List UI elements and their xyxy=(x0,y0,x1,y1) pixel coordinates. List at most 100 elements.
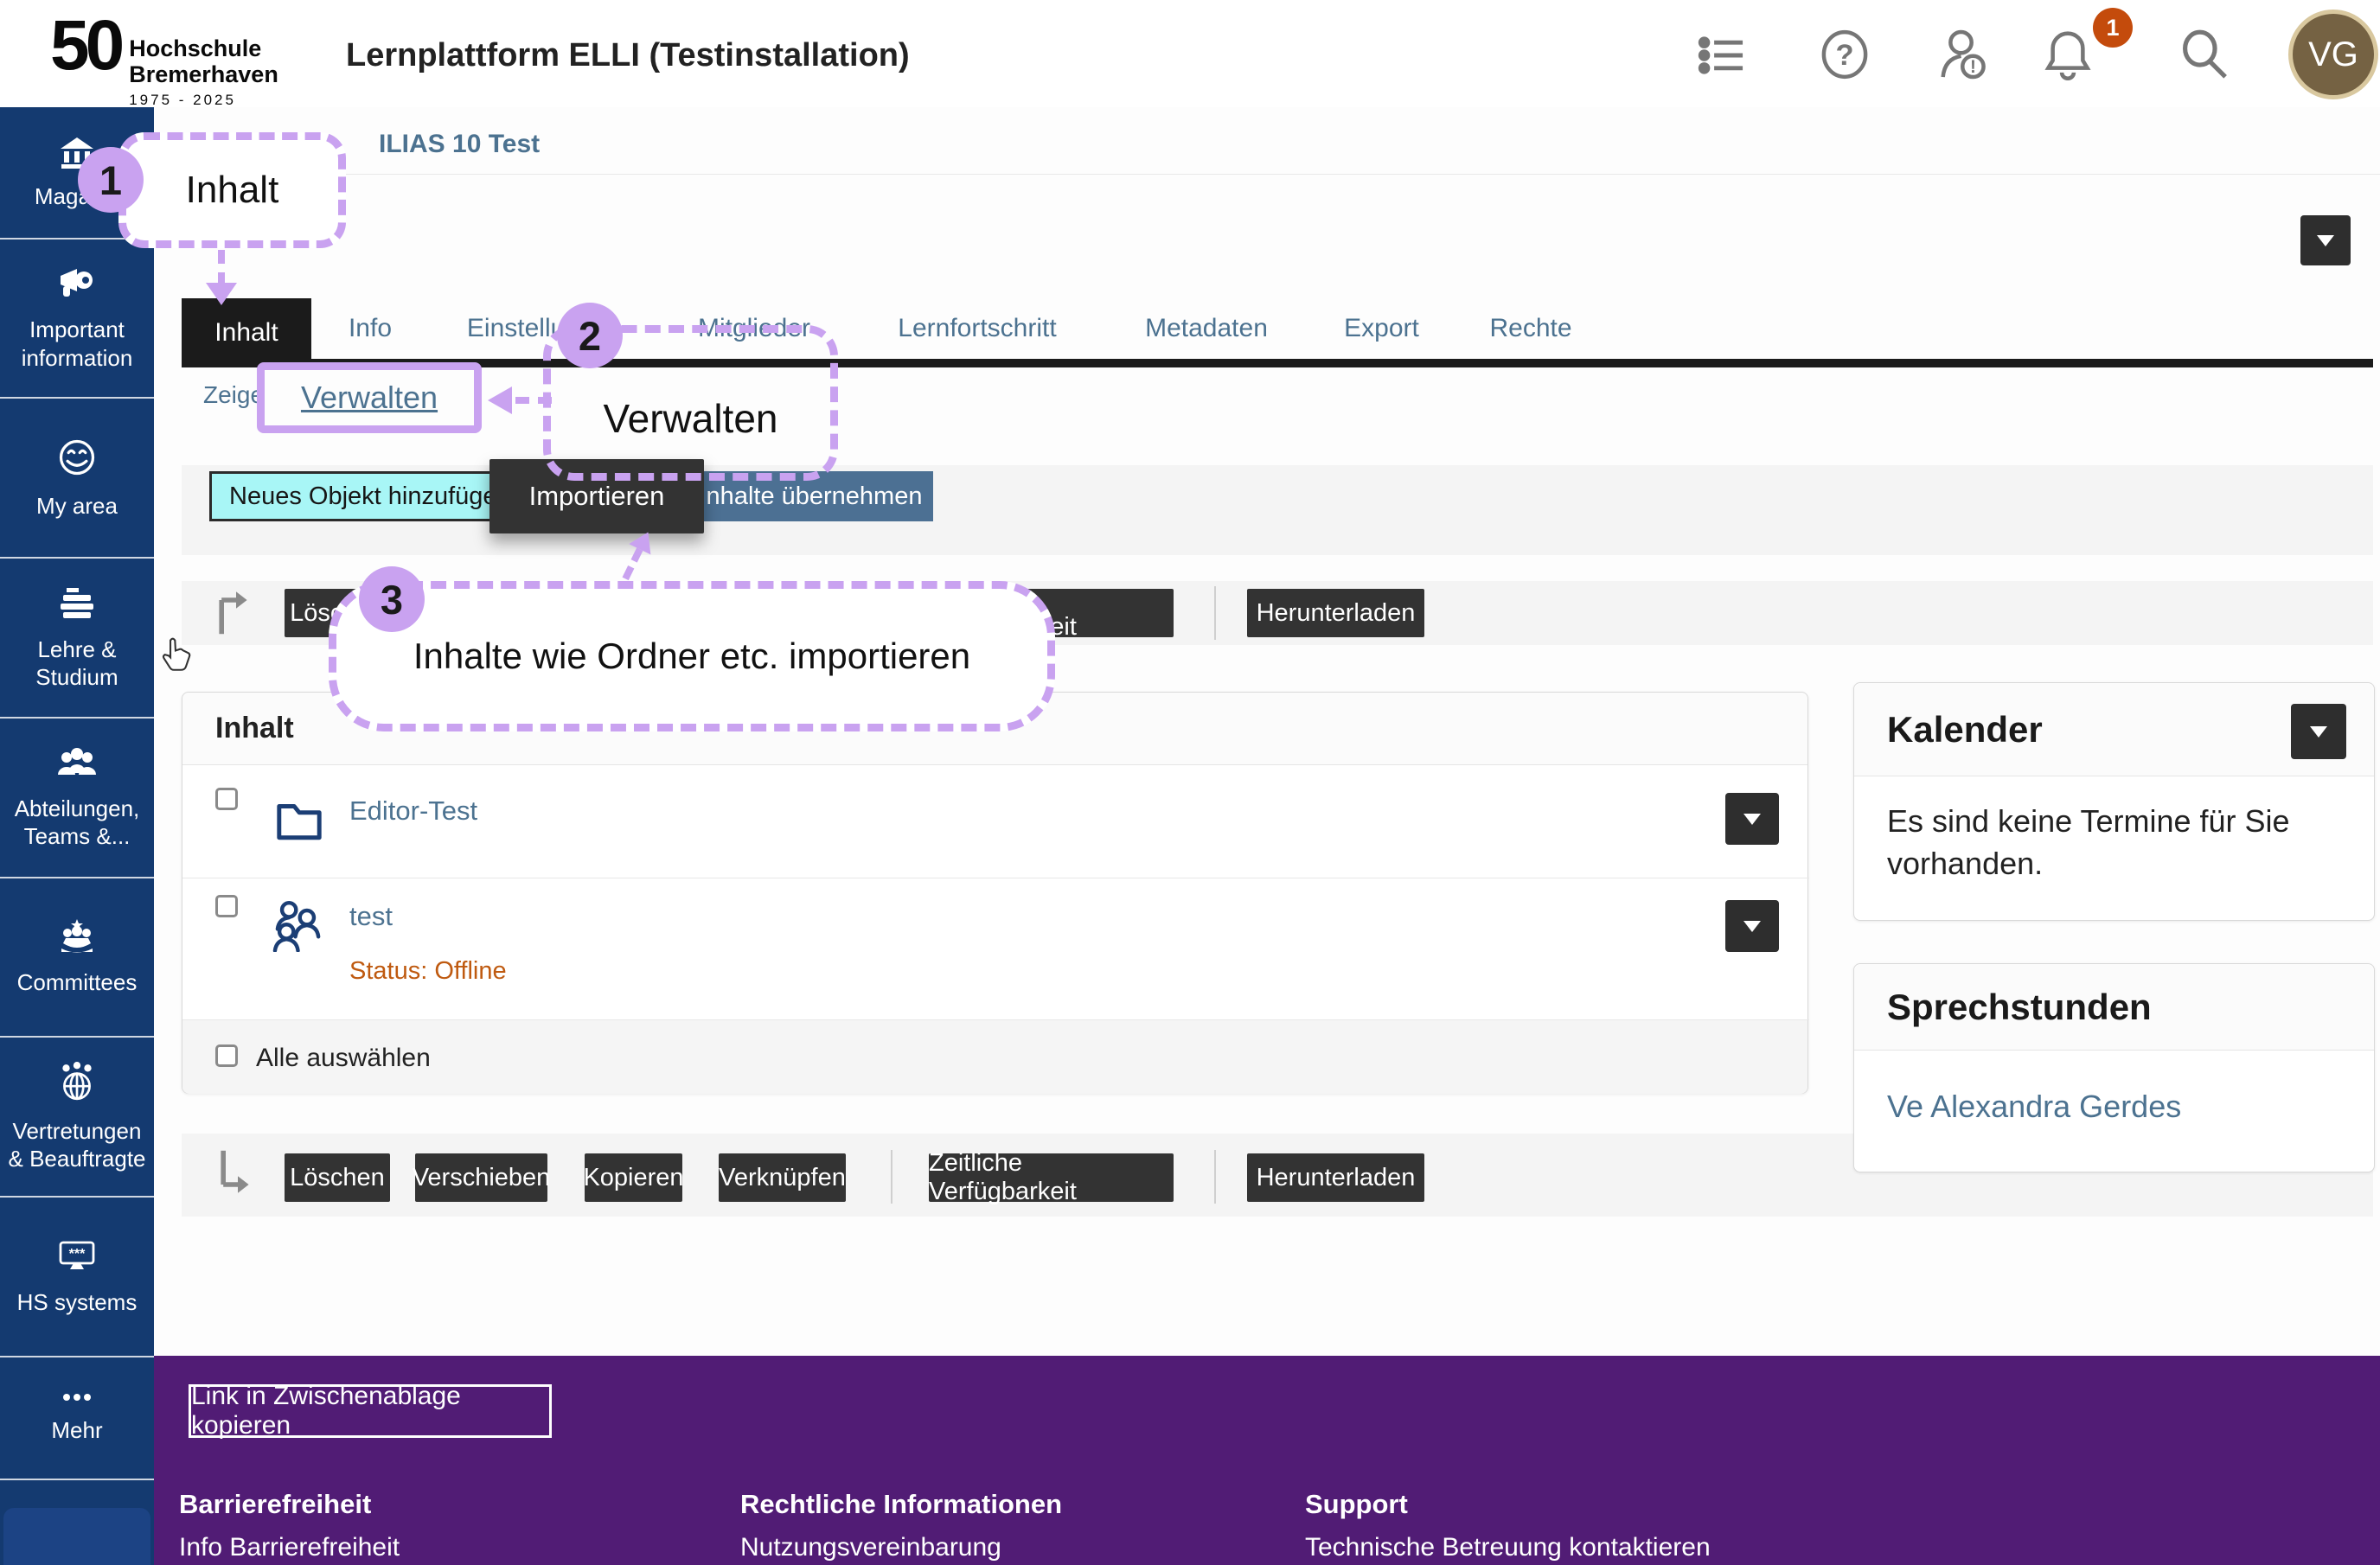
sidebar-item-abteilungen-teams[interactable]: Abteilungen, Teams &... xyxy=(0,719,154,878)
apply-up-arrow-icon xyxy=(211,588,249,641)
annotation-step1-box: Inhalt xyxy=(118,132,346,248)
annotation-step1-label: Inhalt xyxy=(126,140,338,240)
smiley-icon xyxy=(55,436,99,483)
link-button[interactable]: Verknüpfen xyxy=(719,1153,846,1202)
sidebar-bottom-block xyxy=(3,1508,150,1565)
committee-icon xyxy=(54,917,99,960)
logo-line2: Bremerhaven xyxy=(129,62,278,88)
sidebar-item-committees[interactable]: Committees xyxy=(0,878,154,1038)
select-all-row: Alle auswählen xyxy=(182,1020,1807,1094)
tab-lernfortschritt[interactable]: Lernfortschritt xyxy=(865,298,1090,359)
status-badge: Status: Offline xyxy=(349,957,507,986)
footer-link-contact-support[interactable]: Technische Betreuung kontaktieren xyxy=(1305,1533,1711,1562)
annotation-step3-label: Inhalte wie Ordner etc. importieren xyxy=(336,589,1047,724)
sidebar-item-lehre-studium[interactable]: Lehre & Studium xyxy=(0,559,154,719)
logo-line1: Hochschule xyxy=(129,36,278,62)
action-separator xyxy=(1214,1150,1216,1204)
svg-text:***: *** xyxy=(69,1247,86,1262)
download-button[interactable]: Herunterladen xyxy=(1247,1153,1424,1202)
verwalten-highlight-box: Verwalten xyxy=(257,362,482,433)
sidebar-item-hs-systems[interactable]: *** HS systems xyxy=(0,1198,154,1357)
select-all-checkbox[interactable] xyxy=(215,1044,238,1067)
tab-export[interactable]: Export xyxy=(1319,298,1444,359)
svg-text:?: ? xyxy=(1835,39,1853,72)
monitor-icon: *** xyxy=(54,1237,99,1280)
app-title: Lernplattform ELLI (Testinstallation) xyxy=(346,37,910,74)
row-actions-dropdown-button[interactable] xyxy=(1725,793,1779,845)
tab-inhalt[interactable]: Inhalt xyxy=(182,298,311,367)
user-alert-icon[interactable]: ! xyxy=(1935,26,1993,87)
megaphone-icon xyxy=(54,265,99,307)
annotation-step3-number: 3 xyxy=(359,566,425,632)
hand-cursor xyxy=(156,636,192,680)
chevron-down-icon xyxy=(2310,726,2327,738)
row-checkbox[interactable] xyxy=(215,895,238,917)
footer-link-terms[interactable]: Nutzungsvereinbarung xyxy=(740,1533,1001,1562)
annotation-step2-number: 2 xyxy=(557,303,623,368)
add-object-button[interactable]: Neues Objekt hinzufügen xyxy=(209,471,497,521)
sidebar-item-label: HS systems xyxy=(14,1288,141,1317)
tab-info[interactable]: Info xyxy=(318,298,422,359)
chevron-down-icon xyxy=(2317,235,2334,246)
office-hours-link[interactable]: Ve Alexandra Gerdes xyxy=(1887,1089,2181,1125)
breadcrumb[interactable]: ILIAS 10 Test xyxy=(379,130,540,159)
footer-link-accessibility-info[interactable]: Info Barrierefreiheit xyxy=(179,1533,400,1562)
page-actions-dropdown-button[interactable] xyxy=(2300,215,2351,265)
sidebar-item-label: Mehr xyxy=(48,1416,106,1445)
folder-icon xyxy=(274,793,324,849)
row-actions-dropdown-button[interactable] xyxy=(1725,900,1779,952)
move-button[interactable]: Verschieben xyxy=(415,1153,547,1202)
object-link-editor-test[interactable]: Editor-Test xyxy=(349,795,477,827)
sidebar-item-label: Important information xyxy=(0,316,154,372)
footer-heading-legal: Rechtliche Informationen xyxy=(740,1489,1062,1520)
sidebar-item-my-area[interactable]: My area xyxy=(0,399,154,559)
sidebar-item-mehr[interactable]: Mehr xyxy=(0,1357,154,1480)
content-panel: Inhalt Editor-Test test Status: Offline xyxy=(182,692,1808,1094)
office-hours-panel: Sprechstunden Ve Alexandra Gerdes xyxy=(1853,963,2375,1172)
hochschule-bremerhaven-logo[interactable]: 50 Hochschule Bremerhaven 1975 - 2025 xyxy=(50,10,278,109)
logo-50-mark: 50 xyxy=(50,10,120,109)
tab-rechte[interactable]: Rechte xyxy=(1466,298,1596,359)
annotation-step2-arrow-line xyxy=(515,397,552,404)
sidebar-item-vertretungen-beauftragte[interactable]: Vertretungen & Beauftragte xyxy=(0,1038,154,1198)
page: 50 Hochschule Bremerhaven 1975 - 2025 Le… xyxy=(0,0,2380,1565)
footer: Link in Zwischenablage kopieren Barriere… xyxy=(154,1356,2380,1565)
chevron-down-icon xyxy=(1743,921,1761,932)
select-all-label: Alle auswählen xyxy=(256,1044,431,1073)
help-icon[interactable]: ? xyxy=(1818,28,1871,86)
chevron-down-icon xyxy=(1743,814,1761,825)
apply-down-arrow-icon xyxy=(213,1148,251,1201)
top-header: 50 Hochschule Bremerhaven 1975 - 2025 Le… xyxy=(0,0,2380,107)
annotation-step1-number: 1 xyxy=(78,147,144,213)
calendar-empty-text: Es sind keine Termine für Sie vorhanden. xyxy=(1887,801,2302,885)
delete-button[interactable]: Löschen xyxy=(285,1153,390,1202)
view-link-verwalten[interactable]: Verwalten xyxy=(301,380,438,416)
books-icon xyxy=(54,584,99,627)
svg-text:!: ! xyxy=(1970,57,1976,77)
search-icon[interactable] xyxy=(2178,28,2231,86)
sidebar-item-important-information[interactable]: Important information xyxy=(0,240,154,399)
copy-button[interactable]: Kopieren xyxy=(585,1153,682,1202)
users-icon xyxy=(54,745,99,786)
sidebar-item-label: My area xyxy=(33,492,121,521)
object-link-test[interactable]: test xyxy=(349,901,393,932)
row-checkbox[interactable] xyxy=(215,788,238,810)
tab-metadaten[interactable]: Metadaten xyxy=(1116,298,1297,359)
sidebar-item-label: Committees xyxy=(14,968,141,997)
globe-users-icon xyxy=(54,1061,99,1108)
download-button[interactable]: Herunterladen xyxy=(1247,589,1424,637)
calendar-dropdown-button[interactable] xyxy=(2291,704,2346,759)
footer-heading-accessibility: Barrierefreiheit xyxy=(179,1489,371,1520)
sidebar-item-label: Lehre & Studium xyxy=(0,636,154,692)
ellipsis-icon xyxy=(56,1391,98,1408)
office-hours-title: Sprechstunden xyxy=(1854,964,2374,1051)
sidebar-item-label: Abteilungen, Teams &... xyxy=(0,795,154,851)
availability-button[interactable]: Zeitliche Verfügbarkeit xyxy=(929,1153,1174,1202)
action-separator xyxy=(1214,586,1216,640)
avatar[interactable]: VG xyxy=(2288,10,2378,99)
annotation-step3-box: Inhalte wie Ordner etc. importieren xyxy=(329,581,1055,731)
sidebar-item-label: Vertretungen & Beauftragte xyxy=(0,1117,154,1173)
bullet-list-icon[interactable] xyxy=(1697,31,1749,84)
notifications-bell-icon[interactable] xyxy=(2039,26,2096,87)
copy-link-button[interactable]: Link in Zwischenablage kopieren xyxy=(189,1384,552,1438)
